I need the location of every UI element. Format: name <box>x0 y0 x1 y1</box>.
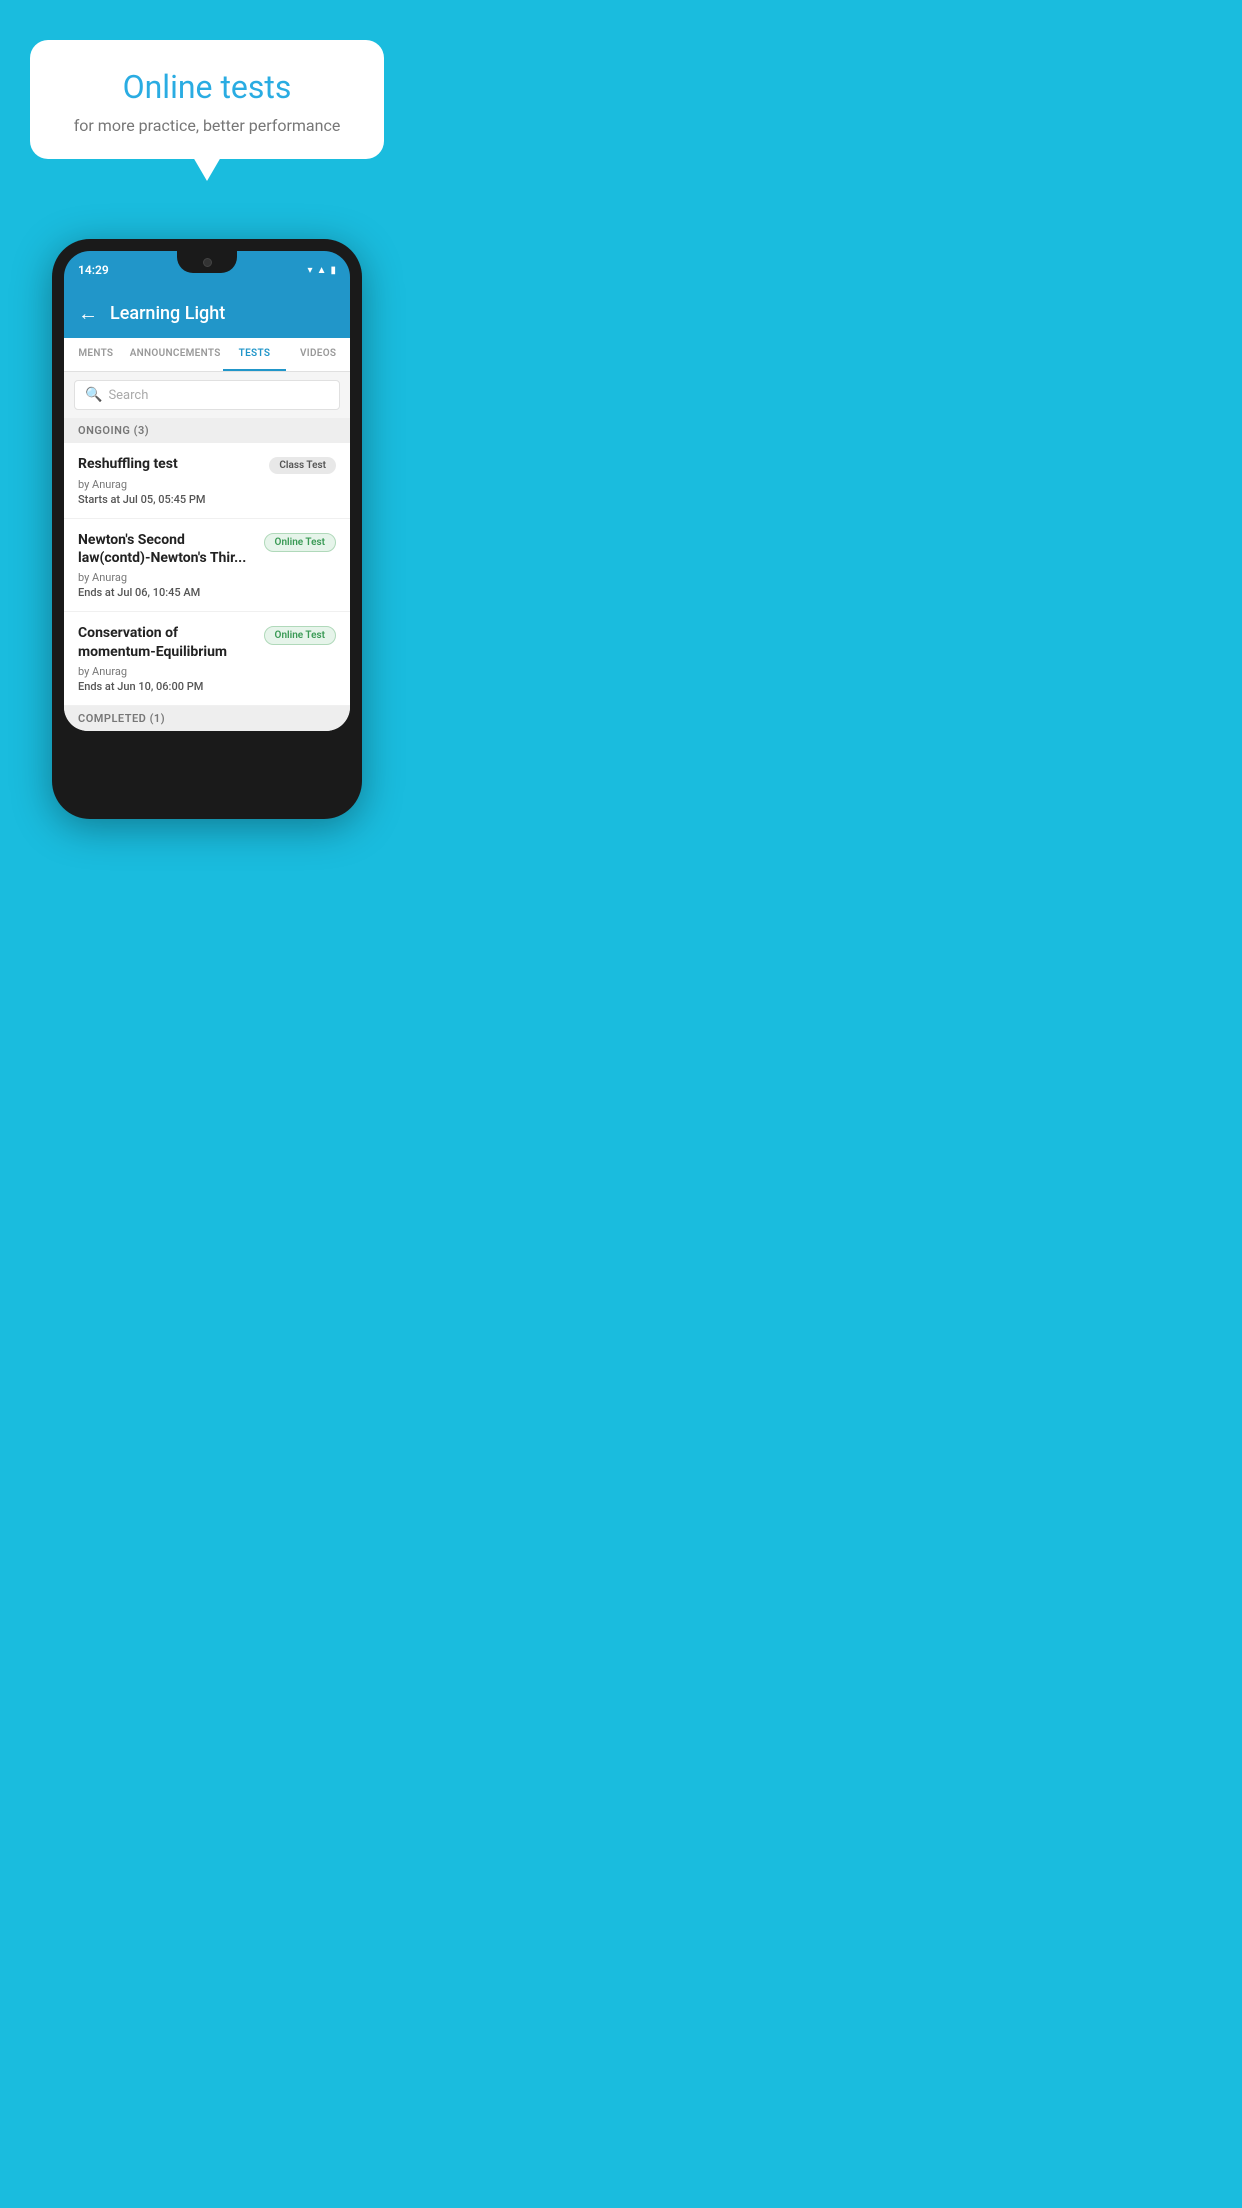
test-by: by Anurag <box>78 571 336 584</box>
completed-section-header: COMPLETED (1) <box>64 706 350 731</box>
phone-camera <box>203 258 212 267</box>
phone-time: 14:29 <box>78 263 109 277</box>
wifi-icon: ▾ <box>308 265 313 276</box>
test-name: Newton's Second law(contd)-Newton's Thir… <box>78 531 256 567</box>
test-date: Starts at Jul 05, 05:45 PM <box>78 493 336 506</box>
tab-ments[interactable]: MENTS <box>64 338 128 371</box>
app-title: Learning Light <box>110 303 225 324</box>
tab-tests[interactable]: TESTS <box>223 338 287 371</box>
test-item-top: Newton's Second law(contd)-Newton's Thir… <box>78 531 336 567</box>
speech-bubble: Online tests for more practice, better p… <box>30 40 384 159</box>
test-by: by Anurag <box>78 478 336 491</box>
app-header: ← Learning Light <box>64 289 350 338</box>
test-name: Conservation of momentum-Equilibrium <box>78 624 256 660</box>
test-by: by Anurag <box>78 665 336 678</box>
test-item[interactable]: Newton's Second law(contd)-Newton's Thir… <box>64 519 350 612</box>
search-container: 🔍 Search <box>64 372 350 418</box>
test-badge: Online Test <box>264 533 336 552</box>
phone-notch <box>177 251 237 273</box>
signal-icon: ▲ <box>317 265 327 276</box>
speech-bubble-section: Online tests for more practice, better p… <box>0 0 414 209</box>
tab-announcements[interactable]: ANNOUNCEMENTS <box>128 338 223 371</box>
speech-bubble-subtitle: for more practice, better performance <box>60 116 354 135</box>
test-item-top: Reshuffling test Class Test <box>78 455 336 474</box>
ongoing-section-header: ONGOING (3) <box>64 418 350 443</box>
test-item-top: Conservation of momentum-Equilibrium Onl… <box>78 624 336 660</box>
phone-mockup-wrapper: 14:29 ▾ ▲ ▮ ← Learning Light MENTS <box>0 209 414 819</box>
back-button[interactable]: ← <box>78 301 98 326</box>
test-item[interactable]: Conservation of momentum-Equilibrium Onl… <box>64 612 350 705</box>
test-badge: Online Test <box>264 626 336 645</box>
speech-bubble-title: Online tests <box>60 68 354 106</box>
test-date: Ends at Jul 06, 10:45 AM <box>78 586 336 599</box>
test-date: Ends at Jun 10, 06:00 PM <box>78 680 336 693</box>
status-bar: 14:29 ▾ ▲ ▮ <box>64 251 350 289</box>
tabs-bar: MENTS ANNOUNCEMENTS TESTS VIDEOS <box>64 338 350 372</box>
tab-videos[interactable]: VIDEOS <box>286 338 350 371</box>
battery-icon: ▮ <box>330 265 336 276</box>
test-item[interactable]: Reshuffling test Class Test by Anurag St… <box>64 443 350 519</box>
test-name: Reshuffling test <box>78 455 261 473</box>
test-badge: Class Test <box>269 457 336 474</box>
phone-outer: 14:29 ▾ ▲ ▮ ← Learning Light MENTS <box>52 239 362 819</box>
search-icon: 🔍 <box>85 387 102 403</box>
phone-screen: ← Learning Light MENTS ANNOUNCEMENTS TES… <box>64 289 350 731</box>
search-box[interactable]: 🔍 Search <box>74 380 340 410</box>
search-placeholder: Search <box>108 388 148 403</box>
status-icons: ▾ ▲ ▮ <box>308 265 336 276</box>
